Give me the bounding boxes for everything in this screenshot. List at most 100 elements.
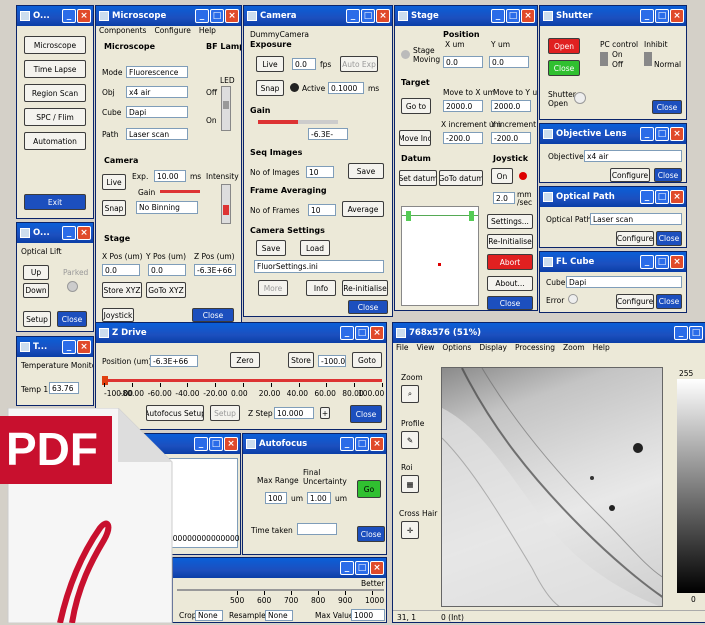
menu-components[interactable]: Components xyxy=(99,26,146,37)
menu-help[interactable]: Help xyxy=(199,26,216,37)
setup-button[interactable]: Setup xyxy=(23,311,51,327)
y-increment-input[interactable]: -200.0 xyxy=(491,132,531,144)
roi-tool-button[interactable]: ▦ xyxy=(401,475,419,493)
automation-button[interactable]: Automation xyxy=(24,132,86,150)
maximize-icon[interactable]: □ xyxy=(355,326,369,340)
speed-input[interactable]: 2.0 xyxy=(493,192,515,204)
minimize-icon[interactable]: _ xyxy=(640,127,654,141)
maximize-icon[interactable]: □ xyxy=(361,9,375,23)
menu-display[interactable]: Display xyxy=(479,343,507,354)
set-datum-button[interactable]: Set datum xyxy=(399,170,437,186)
intensity-slider[interactable] xyxy=(221,184,231,224)
close-button[interactable]: Close xyxy=(656,231,682,246)
menu-zoom[interactable]: Zoom xyxy=(563,343,585,354)
close-icon[interactable]: × xyxy=(521,9,535,23)
no-frames-input[interactable]: 10 xyxy=(308,204,336,216)
crosshair-tool-button[interactable]: ✛ xyxy=(401,521,419,539)
minimize-icon[interactable]: _ xyxy=(640,255,654,269)
auto-exposure-button[interactable]: Auto Exp xyxy=(340,56,378,72)
maximize-icon[interactable]: □ xyxy=(210,9,224,23)
cube-select[interactable]: Dapi xyxy=(566,276,682,288)
minimize-icon[interactable]: _ xyxy=(491,9,505,23)
objective-select[interactable]: x4 air xyxy=(126,86,188,98)
close-button[interactable]: Close xyxy=(357,526,385,542)
x-increment-input[interactable]: -200.0 xyxy=(443,132,483,144)
gain-slider[interactable] xyxy=(160,190,200,193)
joystick-on-button[interactable]: On xyxy=(491,168,513,184)
save-settings-button[interactable]: Save xyxy=(256,240,286,256)
close-button[interactable]: Close xyxy=(487,296,533,310)
info-button[interactable]: Info xyxy=(306,280,336,296)
close-icon[interactable]: × xyxy=(370,437,384,451)
more-button[interactable]: More xyxy=(258,280,288,296)
close-icon[interactable]: × xyxy=(370,326,384,340)
down-button[interactable]: Down xyxy=(23,283,49,298)
minimize-icon[interactable]: _ xyxy=(640,190,654,204)
zero-button[interactable]: Zero xyxy=(230,352,260,368)
configure-button[interactable]: Configure xyxy=(610,168,650,182)
minimize-icon[interactable]: _ xyxy=(346,9,360,23)
close-icon[interactable]: × xyxy=(670,9,684,23)
store-value[interactable]: -100.00 xyxy=(318,355,346,367)
active-input[interactable]: 0.1000 xyxy=(328,82,364,94)
maximize-icon[interactable]: □ xyxy=(506,9,520,23)
load-settings-button[interactable]: Load xyxy=(300,240,330,256)
configure-button[interactable]: Configure xyxy=(616,294,654,309)
region-scan-button[interactable]: Region Scan xyxy=(24,84,86,102)
maximize-icon[interactable]: □ xyxy=(655,9,669,23)
maximize-icon[interactable]: □ xyxy=(655,255,669,269)
close-button[interactable]: Close xyxy=(654,168,682,182)
abort-button[interactable]: Abort xyxy=(487,254,533,270)
configure-button[interactable]: Configure xyxy=(616,231,654,246)
uncertainty-input[interactable]: 1.00 xyxy=(307,492,331,504)
goto-datum-button[interactable]: GoTo datum xyxy=(439,170,483,186)
close-icon[interactable]: × xyxy=(77,340,91,354)
z-step-add-button[interactable]: + xyxy=(320,407,330,419)
spc-flim-button[interactable]: SPC / Flim xyxy=(24,108,86,126)
exit-button[interactable]: Exit xyxy=(24,194,86,210)
minimize-icon[interactable]: _ xyxy=(340,326,354,340)
microscope-image[interactable] xyxy=(441,367,663,607)
goto-button[interactable]: Go to xyxy=(401,98,431,114)
z-position-slider[interactable] xyxy=(102,376,382,385)
inhibit-switch[interactable] xyxy=(644,52,652,66)
fps-input[interactable]: 0.0 xyxy=(292,58,316,70)
microscope-button[interactable]: Microscope xyxy=(24,36,86,54)
minimize-icon[interactable]: _ xyxy=(62,9,76,23)
maximize-icon[interactable]: □ xyxy=(209,437,223,451)
menu-processing[interactable]: Processing xyxy=(515,343,555,354)
close-icon[interactable]: × xyxy=(670,127,684,141)
binning-select[interactable]: No Binning xyxy=(136,201,198,214)
snap-button[interactable]: Snap xyxy=(102,200,126,216)
menu-view[interactable]: View xyxy=(417,343,435,354)
max-range-input[interactable]: 100 xyxy=(265,492,287,504)
close-button[interactable]: Close xyxy=(192,308,234,322)
go-button[interactable]: Go xyxy=(357,480,381,498)
goto-xyz-button[interactable]: GoTo XYZ xyxy=(146,282,186,298)
mode-select[interactable]: Fluorescence xyxy=(126,66,188,78)
close-button[interactable]: Close xyxy=(652,100,682,114)
store-button[interactable]: Store xyxy=(288,352,314,368)
maximize-icon[interactable]: □ xyxy=(355,437,369,451)
close-icon[interactable]: × xyxy=(370,561,384,575)
open-button[interactable]: Open xyxy=(548,38,580,54)
gain-slider[interactable] xyxy=(258,120,338,124)
pc-control-switch[interactable] xyxy=(600,52,608,66)
average-button[interactable]: Average xyxy=(342,201,384,217)
close-icon[interactable]: × xyxy=(670,255,684,269)
time-lapse-button[interactable]: Time Lapse xyxy=(24,60,86,78)
minimize-icon[interactable]: _ xyxy=(340,561,354,575)
minimize-icon[interactable]: _ xyxy=(62,340,76,354)
zoom-tool-button[interactable]: ⌕ xyxy=(401,385,419,403)
close-icon[interactable]: × xyxy=(77,9,91,23)
exposure-input[interactable]: 10.00 xyxy=(154,170,186,182)
cube-select[interactable]: Dapi xyxy=(126,106,188,118)
target-x-input[interactable]: 2000.0 xyxy=(443,100,483,112)
settings-button[interactable]: Settings... xyxy=(487,214,533,229)
minimize-icon[interactable]: _ xyxy=(195,9,209,23)
minimize-icon[interactable]: _ xyxy=(62,226,76,240)
minimize-icon[interactable]: _ xyxy=(674,326,688,340)
no-images-input[interactable]: 10 xyxy=(306,166,334,178)
maximize-icon[interactable]: □ xyxy=(655,127,669,141)
maximize-icon[interactable]: □ xyxy=(655,190,669,204)
